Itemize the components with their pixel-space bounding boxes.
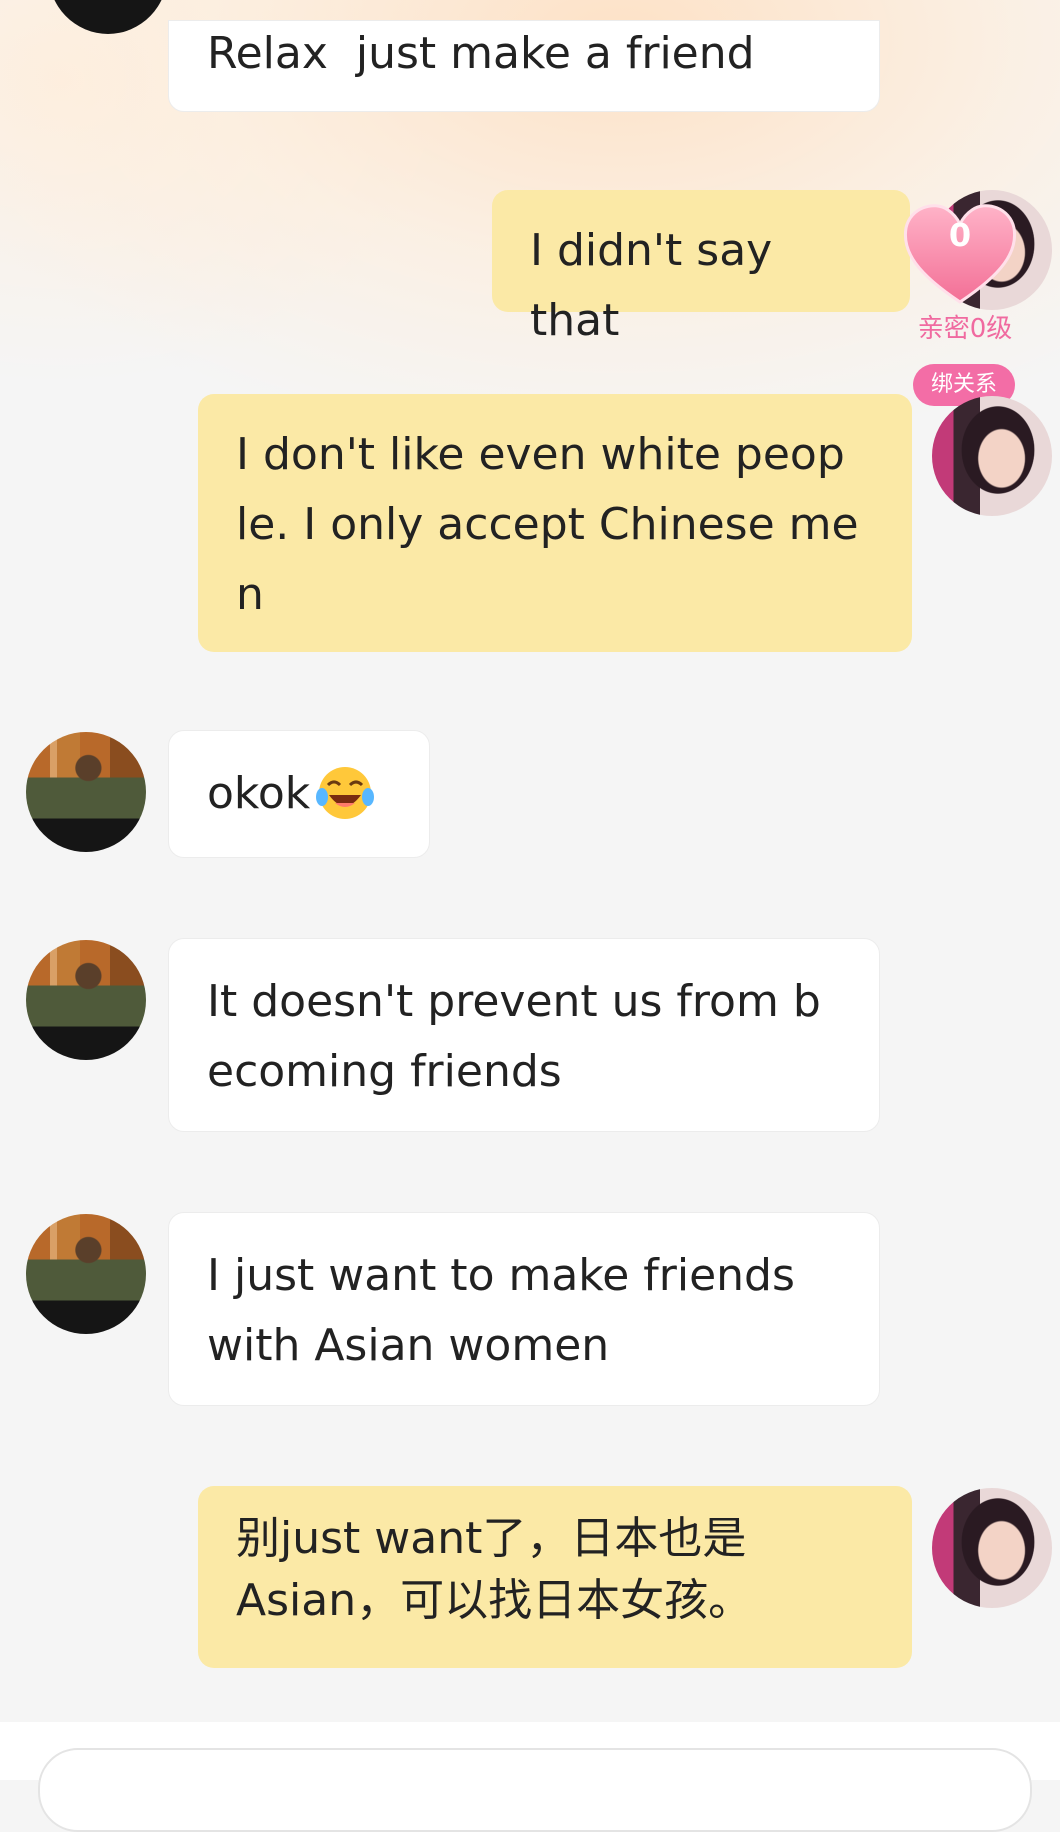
intimacy-heart-badge[interactable]: 0	[898, 198, 1022, 308]
message-input[interactable]	[38, 1748, 1032, 1832]
laughing-tears-emoji-icon	[316, 767, 375, 819]
message-bubble-outgoing[interactable]: I didn't say that	[492, 190, 910, 346]
message-bubble-incoming[interactable]: It doesn't prevent us from b ecoming fri…	[168, 938, 880, 1132]
message-text: It doesn't prevent us from b ecoming fri…	[207, 976, 821, 1097]
sender-avatar[interactable]	[26, 1214, 146, 1334]
receiver-avatar[interactable]	[932, 1488, 1052, 1608]
intimacy-level-label: 亲密0级	[917, 314, 1013, 344]
message-text: I didn't say that	[530, 225, 787, 346]
intimacy-count: 0	[948, 216, 972, 254]
message-bubble-outgoing[interactable]: I don't like even white peop le. I only …	[198, 394, 912, 652]
message-bubble-incoming[interactable]: I just want to make friends with Asian w…	[168, 1212, 880, 1406]
message-text: I don't like even white peop le. I only …	[236, 429, 859, 620]
sender-avatar[interactable]	[26, 732, 146, 852]
message-text: I just want to make friends with Asian w…	[207, 1250, 795, 1371]
message-bubble-incoming[interactable]: okok	[168, 730, 430, 858]
message-text: 别just want了，日本也是 Asian，可以找日本女孩。	[236, 1513, 753, 1626]
receiver-avatar[interactable]	[932, 396, 1052, 516]
sender-avatar[interactable]	[26, 940, 146, 1060]
message-bubble-outgoing[interactable]: 别just want了，日本也是 Asian，可以找日本女孩。	[198, 1486, 912, 1668]
message-text: Relax just make a friend	[207, 28, 755, 79]
message-bubble-incoming[interactable]: Relax just make a friend	[168, 20, 880, 112]
message-text: okok	[207, 768, 311, 819]
